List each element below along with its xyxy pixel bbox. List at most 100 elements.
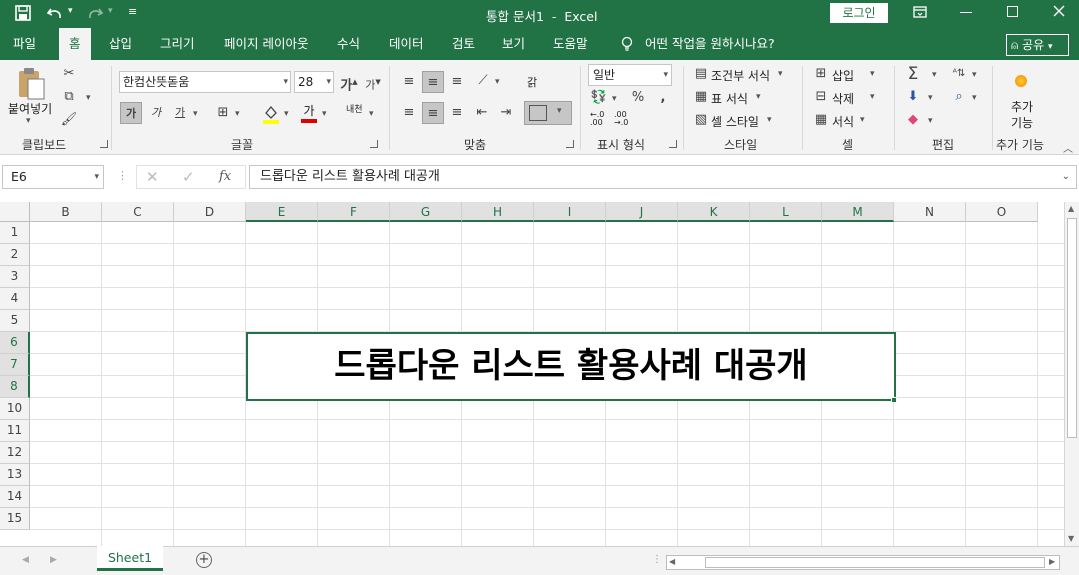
clear-icon[interactable]: ◆ xyxy=(902,109,924,131)
save-icon[interactable] xyxy=(14,4,32,22)
font-color-button[interactable]: 가 xyxy=(300,103,318,125)
format-as-table-dropdown-icon[interactable]: ▾ xyxy=(756,92,761,102)
conditional-formatting-dropdown-icon[interactable]: ▾ xyxy=(778,69,783,79)
bold-button[interactable]: 가 xyxy=(120,102,142,124)
scroll-left-icon[interactable]: ◀ xyxy=(669,557,675,566)
align-top-icon[interactable]: ≡ xyxy=(398,71,420,93)
collapse-ribbon-icon[interactable]: ︿ xyxy=(1063,140,1073,155)
conditional-formatting-button[interactable]: 조건부 서식 xyxy=(711,67,770,84)
accounting-format-icon[interactable]: 💱 xyxy=(588,87,610,109)
comma-style-icon[interactable]: , xyxy=(652,87,674,109)
format-as-table-icon[interactable]: ▦ xyxy=(690,86,712,108)
tab-page-layout[interactable]: 페이지 레이아웃 xyxy=(224,28,308,60)
clipboard-launcher-icon[interactable] xyxy=(100,140,108,148)
row-header[interactable]: 4 xyxy=(0,288,30,310)
tab-insert[interactable]: 삽입 xyxy=(109,28,132,60)
column-header[interactable]: N xyxy=(894,202,966,222)
maximize-icon[interactable] xyxy=(1007,6,1018,17)
tab-draw[interactable]: 그리기 xyxy=(160,28,195,60)
scroll-right-icon[interactable]: ▶ xyxy=(1049,557,1055,566)
row-header[interactable]: 10 xyxy=(0,398,30,420)
delete-cells-icon[interactable]: ⊟ xyxy=(810,86,832,108)
insert-cells-icon[interactable]: ⊞ xyxy=(810,63,832,85)
format-painter-icon[interactable]: 🖌 xyxy=(58,109,80,131)
cell-styles-icon[interactable]: ▧ xyxy=(690,109,712,131)
tab-review[interactable]: 검토 xyxy=(452,28,475,60)
underline-button[interactable]: 가 xyxy=(169,102,191,124)
font-size-select[interactable]: 28 ▾ xyxy=(294,71,334,93)
column-header[interactable]: M xyxy=(822,202,894,222)
formula-input[interactable]: 드롭다운 리스트 활용사례 대공개 ⌄ xyxy=(249,165,1077,189)
number-format-select[interactable]: 일반 ▾ xyxy=(588,64,672,86)
undo-dropdown-icon[interactable]: ▾ xyxy=(68,6,73,16)
customize-qat-icon[interactable]: ≡ xyxy=(128,5,137,18)
paste-icon[interactable] xyxy=(16,67,46,101)
horizontal-scroll-thumb[interactable] xyxy=(705,557,1045,568)
font-launcher-icon[interactable] xyxy=(370,140,378,148)
column-header[interactable]: I xyxy=(534,202,606,222)
undo-icon[interactable] xyxy=(46,5,64,23)
redo-icon[interactable] xyxy=(86,5,104,23)
paste-dropdown-icon[interactable]: ▾ xyxy=(26,116,31,126)
copy-icon[interactable]: ⧉ xyxy=(58,86,80,108)
row-header[interactable]: 2 xyxy=(0,244,30,266)
alignment-launcher-icon[interactable] xyxy=(566,140,574,148)
vertical-scrollbar[interactable]: ▲ ▼ xyxy=(1064,202,1079,546)
scroll-down-icon[interactable]: ▼ xyxy=(1068,534,1074,543)
insert-function-icon[interactable]: fx xyxy=(219,169,231,184)
insert-cells-button[interactable]: 삽입 xyxy=(832,67,854,84)
format-cells-icon[interactable]: ▦ xyxy=(810,109,832,131)
column-header[interactable]: E xyxy=(246,202,318,222)
scroll-up-icon[interactable]: ▲ xyxy=(1068,204,1074,213)
delete-cells-button[interactable]: 삭제 xyxy=(832,90,854,107)
row-header[interactable]: 7 xyxy=(0,354,30,376)
find-select-dropdown-icon[interactable]: ▾ xyxy=(972,93,977,103)
align-center-icon[interactable]: ≡ xyxy=(422,102,444,124)
fill-dropdown-icon[interactable]: ▾ xyxy=(928,93,933,103)
tell-me-search[interactable]: 어떤 작업을 원하시나요? xyxy=(645,28,775,60)
font-name-select[interactable]: 한컴산뜻돋움 ▾ xyxy=(119,71,291,93)
conditional-formatting-icon[interactable]: ▤ xyxy=(690,63,712,85)
row-header[interactable]: 6 xyxy=(0,332,30,354)
row-header[interactable]: 5 xyxy=(0,310,30,332)
row-header[interactable]: 8 xyxy=(0,376,30,398)
align-bottom-icon[interactable]: ≡ xyxy=(446,71,468,93)
tab-view[interactable]: 보기 xyxy=(502,28,525,60)
column-header[interactable]: G xyxy=(390,202,462,222)
enter-icon[interactable]: ✓ xyxy=(182,168,195,186)
phonetic-dropdown-icon[interactable]: ▾ xyxy=(369,109,374,119)
fill-color-dropdown-icon[interactable]: ▾ xyxy=(284,109,289,119)
align-right-icon[interactable]: ≡ xyxy=(446,102,468,124)
cell-styles-button[interactable]: 셀 스타일 xyxy=(711,113,759,130)
sheet-tab-sheet1[interactable]: Sheet1 xyxy=(97,546,163,571)
column-header[interactable]: F xyxy=(318,202,390,222)
row-header[interactable]: 14 xyxy=(0,486,30,508)
tab-formulas[interactable]: 수식 xyxy=(337,28,360,60)
cell-styles-dropdown-icon[interactable]: ▾ xyxy=(767,115,772,125)
sort-filter-icon[interactable]: ᴬ⇅ xyxy=(948,63,970,85)
login-button[interactable]: 로그인 xyxy=(830,3,888,23)
minimize-icon[interactable] xyxy=(960,12,972,13)
fill-icon[interactable]: ⬇ xyxy=(902,86,924,108)
column-header[interactable]: L xyxy=(750,202,822,222)
column-header[interactable]: J xyxy=(606,202,678,222)
merged-cell-e6[interactable]: 드롭다운 리스트 활용사례 대공개 xyxy=(246,332,896,401)
wrap-text-button[interactable]: 갉 xyxy=(527,74,537,90)
underline-dropdown-icon[interactable]: ▾ xyxy=(193,109,198,119)
row-header[interactable]: 15 xyxy=(0,508,30,530)
borders-dropdown-icon[interactable]: ▾ xyxy=(235,109,240,119)
column-header[interactable]: O xyxy=(966,202,1038,222)
fill-color-icon[interactable] xyxy=(262,104,280,124)
select-all-corner[interactable] xyxy=(0,202,30,222)
decrease-font-size-button[interactable]: 가▼ xyxy=(362,71,384,93)
column-header[interactable]: B xyxy=(30,202,102,222)
row-header[interactable]: 1 xyxy=(0,222,30,244)
sheet-nav-next-icon[interactable]: ▶ xyxy=(50,555,57,565)
increase-indent-icon[interactable]: ⇥ xyxy=(495,102,517,124)
add-ins-button[interactable]: 추가 기능 xyxy=(1008,99,1036,131)
column-header[interactable]: K xyxy=(678,202,750,222)
worksheet-grid[interactable]: BCDEFGHIJKLMNO 1 2 3 4 5 6 7 8 10 11 12 13 14 15 드롭다운… xyxy=(0,202,1064,546)
row-header[interactable]: 3 xyxy=(0,266,30,288)
row-header[interactable]: 13 xyxy=(0,464,30,486)
column-header[interactable]: C xyxy=(102,202,174,222)
